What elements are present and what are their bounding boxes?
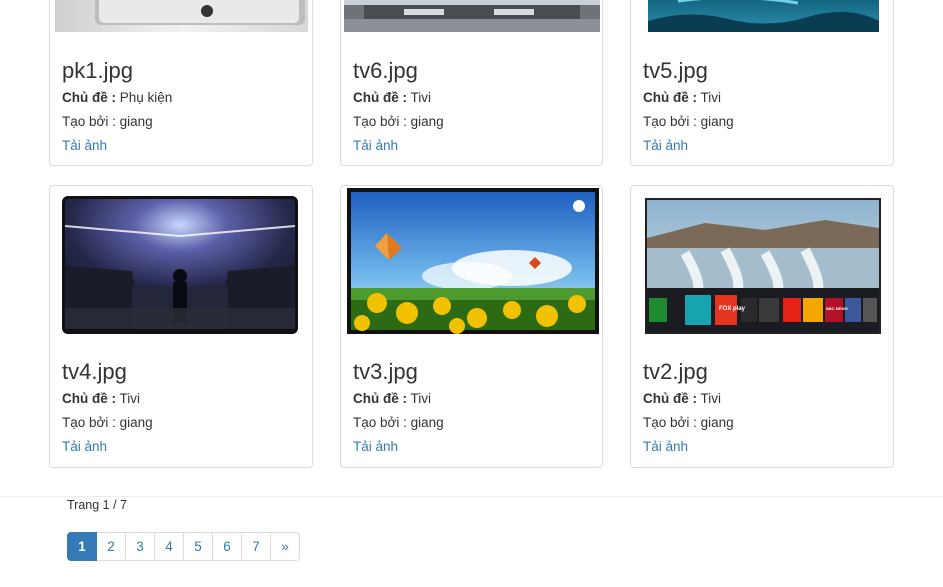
image-filename: tv4.jpg [62, 359, 127, 384]
creator-label: Tạo bởi : [353, 415, 407, 430]
creator-line: Tạo bởi : giang [643, 114, 734, 130]
image-card: pk1.jpg Chủ đề : Phụ kiện Tạo bởi : gian… [49, 0, 313, 166]
divider [0, 496, 943, 497]
page-button-1[interactable]: 1 [67, 532, 97, 561]
topic-label: Chủ đề : [62, 90, 116, 105]
image-filename: pk1.jpg [62, 58, 133, 83]
creator-label: Tạo bởi : [643, 415, 697, 430]
image-thumbnail[interactable] [344, 0, 600, 32]
image-filename: tv3.jpg [353, 359, 418, 384]
image-card: tv3.jpg Chủ đề : Tivi Tạo bởi : giang Tả… [340, 185, 603, 468]
creator-line: Tạo bởi : giang [62, 415, 153, 431]
creator-value: giang [700, 415, 734, 430]
bbc-news-app-label: BBC NEWS [826, 306, 848, 311]
image-thumbnail[interactable] [347, 188, 599, 334]
download-link[interactable]: Tải ảnh [62, 439, 107, 455]
topic-line: Chủ đề : Tivi [62, 391, 140, 407]
image-card: FOX play BBC NEWS tv2.jpg Chủ đề : Tivi … [630, 185, 894, 468]
image-filename: tv5.jpg [643, 58, 708, 83]
topic-line: Chủ đề : Phụ kiện [62, 90, 172, 106]
creator-value: giang [119, 415, 153, 430]
topic-value: Tivi [700, 90, 722, 105]
image-thumbnail[interactable] [55, 0, 308, 32]
creator-label: Tạo bởi : [643, 114, 697, 129]
topic-label: Chủ đề : [643, 90, 697, 105]
topic-label: Chủ đề : [643, 391, 697, 406]
creator-value: giang [119, 114, 153, 129]
creator-label: Tạo bởi : [353, 114, 407, 129]
page-button-3[interactable]: 3 [125, 532, 155, 561]
topic-line: Chủ đề : Tivi [353, 391, 431, 407]
thumbnail-tv3-photo [347, 188, 599, 334]
topic-label: Chủ đề : [353, 391, 407, 406]
creator-line: Tạo bởi : giang [62, 114, 153, 130]
image-thumbnail[interactable] [62, 196, 298, 334]
page-button-4[interactable]: 4 [154, 532, 184, 561]
image-thumbnail[interactable]: FOX play BBC NEWS [645, 198, 881, 334]
download-link[interactable]: Tải ảnh [643, 439, 688, 455]
image-thumbnail[interactable] [648, 0, 879, 32]
topic-value: Tivi [700, 391, 722, 406]
image-filename: tv2.jpg [643, 359, 708, 384]
image-card: tv6.jpg Chủ đề : Tivi Tạo bởi : giang Tả… [340, 0, 603, 166]
next-page-button[interactable]: » [270, 532, 300, 561]
topic-label: Chủ đề : [62, 391, 116, 406]
thumbnail-living-room-photo [344, 0, 600, 32]
topic-value: Tivi [410, 391, 432, 406]
topic-value: Tivi [410, 90, 432, 105]
creator-label: Tạo bởi : [62, 114, 116, 129]
creator-line: Tạo bởi : giang [643, 415, 734, 431]
download-link[interactable]: Tải ảnh [62, 138, 107, 154]
thumbnail-accessory-photo [55, 0, 308, 32]
creator-value: giang [700, 114, 734, 129]
page-button-6[interactable]: 6 [212, 532, 242, 561]
pagination: 1 2 3 4 5 6 7 » [67, 532, 300, 561]
topic-value: Phụ kiện [119, 90, 173, 105]
download-link[interactable]: Tải ảnh [643, 138, 688, 154]
topic-label: Chủ đề : [353, 90, 407, 105]
creator-value: giang [410, 415, 444, 430]
fox-play-app-label: FOX play [719, 306, 746, 312]
topic-line: Chủ đề : Tivi [643, 391, 721, 407]
creator-line: Tạo bởi : giang [353, 114, 444, 130]
topic-line: Chủ đề : Tivi [643, 90, 721, 106]
image-card: tv4.jpg Chủ đề : Tivi Tạo bởi : giang Tả… [49, 185, 313, 468]
page-indicator: Trang 1 / 7 [67, 498, 127, 512]
creator-line: Tạo bởi : giang [353, 415, 444, 431]
page-button-7[interactable]: 7 [241, 532, 271, 561]
download-link[interactable]: Tải ảnh [353, 439, 398, 455]
image-filename: tv6.jpg [353, 58, 418, 83]
topic-value: Tivi [119, 391, 141, 406]
thumbnail-ocean-photo [648, 0, 879, 32]
page-button-2[interactable]: 2 [96, 532, 126, 561]
image-card: tv5.jpg Chủ đề : Tivi Tạo bởi : giang Tả… [630, 0, 894, 166]
creator-label: Tạo bởi : [62, 415, 116, 430]
download-link[interactable]: Tải ảnh [353, 138, 398, 154]
topic-line: Chủ đề : Tivi [353, 90, 431, 106]
thumbnail-tv4-photo [62, 196, 298, 334]
creator-value: giang [410, 114, 444, 129]
page-button-5[interactable]: 5 [183, 532, 213, 561]
thumbnail-tv2-photo: FOX play BBC NEWS [645, 198, 881, 334]
